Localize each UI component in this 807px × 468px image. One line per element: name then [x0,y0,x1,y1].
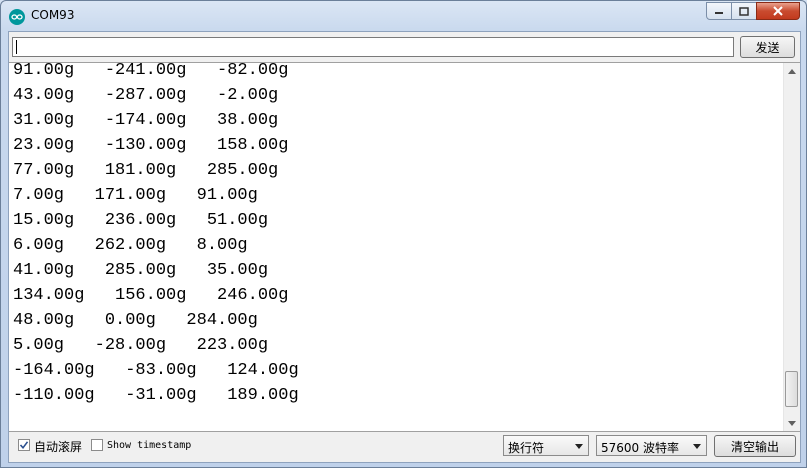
minimize-button[interactable] [706,2,732,20]
checkmark-icon [19,441,29,450]
line-ending-value: 换行符 [508,441,545,455]
output-line: 5.00g -28.00g 223.00g [13,336,269,355]
chevron-down-icon [693,444,701,449]
baud-rate-select[interactable]: 57600 波特率 [596,435,707,456]
output-line: 31.00g -174.00g 38.00g [13,111,279,130]
output-line: -164.00g -83.00g 124.00g [13,361,299,380]
serial-output[interactable]: 91.00g -241.00g -82.00g 43.00g -287.00g … [9,62,800,432]
timestamp-checkbox[interactable] [91,439,103,451]
window-title: COM93 [31,8,75,22]
output-line: 15.00g 236.00g 51.00g [13,211,269,230]
autoscroll-label: 自动滚屏 [34,440,83,454]
clear-output-button[interactable]: 清空输出 [714,435,796,457]
maximize-icon [739,6,749,16]
input-row: 发送 [9,32,800,62]
scroll-up-button[interactable] [784,63,800,79]
output-line: 23.00g -130.00g 158.00g [13,136,289,155]
close-icon [773,6,783,16]
autoscroll-checkbox[interactable] [18,439,30,451]
bottom-toolbar: 自动滚屏 Show timestamp 换行符 57600 波特率 清空输出 [9,431,800,462]
close-button[interactable] [756,2,800,20]
output-line: -110.00g -31.00g 189.00g [13,386,299,405]
scroll-thumb[interactable] [785,371,798,407]
line-ending-select[interactable]: 换行符 [503,435,589,456]
output-line: 134.00g 156.00g 246.00g [13,286,289,305]
serial-monitor-window: COM93 发送 91.00g -241.00g -82.00g 43.00g … [0,0,807,468]
chevron-up-icon [788,68,796,74]
baud-rate-value: 57600 波特率 [601,441,679,455]
output-lines: 91.00g -241.00g -82.00g 43.00g -287.00g … [13,62,299,408]
send-button[interactable]: 发送 [740,36,795,58]
window-controls [706,2,800,21]
serial-input[interactable] [12,37,734,57]
vertical-scrollbar[interactable] [783,63,800,431]
maximize-button[interactable] [731,2,757,20]
scroll-down-button[interactable] [784,415,800,431]
output-line: 6.00g 262.00g 8.00g [13,236,248,255]
output-line: 77.00g 181.00g 285.00g [13,161,279,180]
chevron-down-icon [788,420,796,426]
output-line: 43.00g -287.00g -2.00g [13,86,279,105]
title-bar[interactable]: COM93 [1,1,806,31]
minimize-icon [715,12,723,14]
output-line: 91.00g -241.00g -82.00g [13,62,289,80]
output-line: 48.00g 0.00g 284.00g [13,311,258,330]
timestamp-label: Show timestamp [107,440,192,451]
output-line: 41.00g 285.00g 35.00g [13,261,269,280]
chevron-down-icon [575,444,583,449]
client-area: 发送 91.00g -241.00g -82.00g 43.00g -287.0… [8,31,801,463]
text-caret [16,40,17,54]
output-line: 7.00g 171.00g 91.00g [13,186,258,205]
arduino-icon [9,9,25,25]
